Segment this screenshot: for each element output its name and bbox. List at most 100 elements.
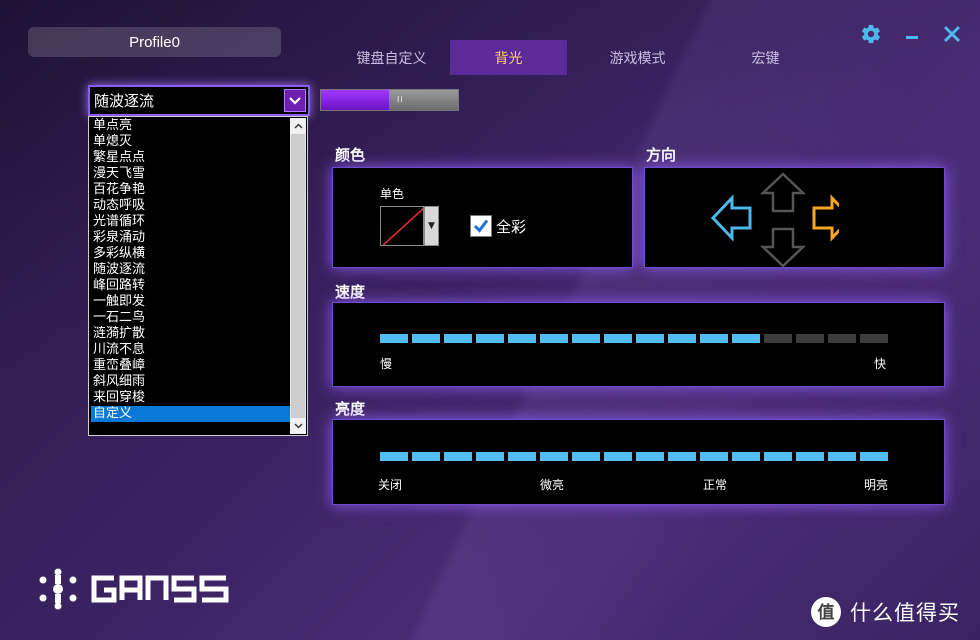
list-item[interactable]: 繁星点点	[91, 150, 290, 166]
arrow-down-icon[interactable]	[759, 227, 807, 268]
level-segment[interactable]	[444, 452, 472, 461]
brightness-panel: 关闭 微亮 正常 明亮	[332, 419, 945, 505]
level-segment[interactable]	[732, 334, 760, 343]
gear-icon[interactable]	[860, 23, 882, 50]
backlight-toggle[interactable]: II	[320, 89, 459, 111]
level-segment[interactable]	[572, 452, 600, 461]
profile-name: Profile0	[129, 33, 180, 51]
level-segment[interactable]	[604, 452, 632, 461]
direction-title: 方向	[646, 146, 677, 164]
speed-min-label: 慢	[380, 357, 393, 371]
list-item[interactable]: 彩泉涌动	[91, 230, 290, 246]
profile-tab[interactable]: Profile0	[28, 27, 281, 57]
color-picker-dropdown-icon[interactable]: ▼	[424, 206, 439, 246]
mono-color-label: 单色	[380, 187, 405, 201]
logo-mark-icon	[39, 568, 229, 610]
level-segment[interactable]	[764, 452, 792, 461]
speed-max-label: 快	[874, 357, 887, 371]
tab-label: 游戏模式	[609, 50, 666, 67]
level-segment[interactable]	[796, 452, 824, 461]
list-item[interactable]: 单熄灭	[91, 134, 290, 150]
tab-label: 宏键	[751, 50, 780, 67]
tab-label: 背光	[494, 50, 523, 67]
level-segment[interactable]	[668, 334, 696, 343]
level-segment[interactable]	[540, 452, 568, 461]
minimize-icon[interactable]	[904, 24, 920, 49]
list-item[interactable]: 斜风细雨	[91, 374, 290, 390]
brightness-label-normal: 正常	[703, 478, 728, 492]
level-segment[interactable]	[636, 452, 664, 461]
direction-panel	[644, 167, 945, 268]
list-item[interactable]: 来回穿梭	[91, 390, 290, 406]
level-segment[interactable]	[796, 334, 824, 343]
level-segment[interactable]	[444, 334, 472, 343]
tab-macro[interactable]: 宏键	[707, 40, 824, 75]
effect-select[interactable]: 随波逐流	[88, 85, 310, 116]
list-item[interactable]: 漫天飞雪	[91, 166, 290, 182]
list-scrollbar[interactable]	[290, 118, 306, 434]
watermark-logo-icon: 值	[811, 597, 841, 627]
level-segment[interactable]	[508, 452, 536, 461]
level-segment[interactable]	[572, 334, 600, 343]
arrow-left-icon[interactable]	[710, 194, 752, 242]
list-item[interactable]: 动态呼吸	[91, 198, 290, 214]
list-item[interactable]: 一石二鸟	[91, 310, 290, 326]
level-segment[interactable]	[732, 452, 760, 461]
level-segment[interactable]	[412, 452, 440, 461]
effect-select-value: 随波逐流	[94, 92, 155, 110]
speed-title: 速度	[335, 283, 366, 301]
scroll-down-icon[interactable]	[290, 418, 306, 434]
level-segment[interactable]	[476, 452, 504, 461]
level-segment[interactable]	[380, 334, 408, 343]
toggle-off-segment: II	[389, 90, 458, 110]
arrow-right-icon[interactable]	[812, 194, 839, 242]
level-segment[interactable]	[476, 334, 504, 343]
tab-backlight[interactable]: 背光	[450, 40, 567, 75]
tab-keyboard-custom[interactable]: 键盘自定义	[333, 40, 450, 75]
chevron-down-icon[interactable]	[284, 89, 306, 112]
level-segment[interactable]	[668, 452, 696, 461]
direction-arrows	[710, 172, 839, 268]
scroll-thumb[interactable]	[291, 134, 305, 418]
watermark-text: 什么值得买	[850, 601, 960, 625]
list-item[interactable]: 峰回路转	[91, 278, 290, 294]
list-item[interactable]: 单点亮	[91, 118, 290, 134]
svg-text:值: 值	[818, 602, 835, 623]
list-item[interactable]: 涟漪扩散	[91, 326, 290, 342]
level-segment[interactable]	[700, 452, 728, 461]
effect-list[interactable]: 单点亮 单熄灭 繁星点点 漫天飞雪 百花争艳 动态呼吸 光谱循环 彩泉涌动 多彩…	[88, 116, 308, 436]
brightness-label-off: 关闭	[378, 478, 403, 492]
list-item[interactable]: 光谱循环	[91, 214, 290, 230]
list-item[interactable]: 重峦叠嶂	[91, 358, 290, 374]
color-swatch[interactable]	[380, 206, 424, 246]
level-segment[interactable]	[540, 334, 568, 343]
level-segment[interactable]	[636, 334, 664, 343]
brightness-title: 亮度	[335, 400, 366, 418]
list-item[interactable]: 百花争艳	[91, 182, 290, 198]
brightness-label-dim: 微亮	[540, 478, 565, 492]
color-title: 颜色	[335, 146, 366, 164]
level-segment[interactable]	[860, 452, 888, 461]
list-item-selected[interactable]: 自定义	[91, 406, 290, 422]
arrow-up-icon[interactable]	[759, 172, 807, 213]
tab-game-mode[interactable]: 游戏模式	[579, 40, 696, 75]
level-segment[interactable]	[508, 334, 536, 343]
list-item[interactable]: 随波逐流	[91, 262, 290, 278]
scroll-up-icon[interactable]	[290, 118, 306, 134]
level-segment[interactable]	[380, 452, 408, 461]
list-item[interactable]: 川流不息	[91, 342, 290, 358]
level-segment[interactable]	[828, 452, 856, 461]
close-icon[interactable]	[943, 25, 961, 48]
level-segment[interactable]	[860, 334, 888, 343]
level-segment[interactable]	[412, 334, 440, 343]
level-segment[interactable]	[828, 334, 856, 343]
list-item[interactable]: 多彩纵横	[91, 246, 290, 262]
level-segment[interactable]	[700, 334, 728, 343]
level-segment[interactable]	[764, 334, 792, 343]
list-item[interactable]: 一触即发	[91, 294, 290, 310]
toggle-on-segment	[321, 90, 389, 110]
tab-label: 键盘自定义	[356, 50, 427, 67]
full-color-checkbox[interactable]	[470, 215, 492, 237]
level-segment[interactable]	[604, 334, 632, 343]
toggle-grip: II	[397, 95, 404, 104]
